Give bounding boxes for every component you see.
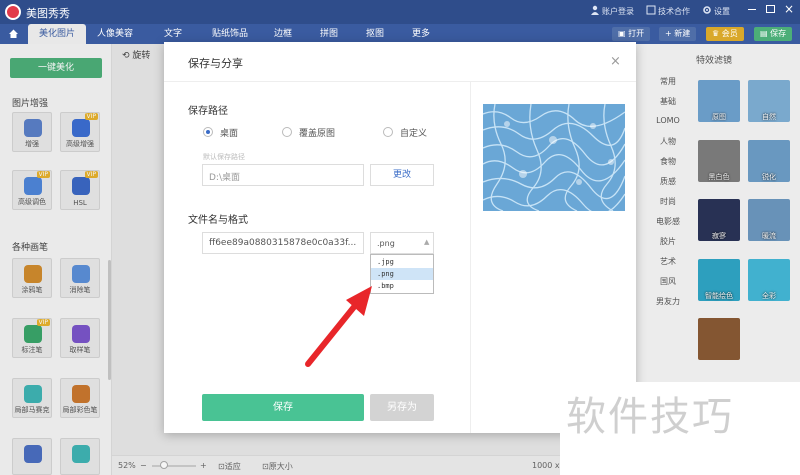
tech-icon[interactable] <box>646 5 656 15</box>
save-as-button[interactable]: 另存为 <box>370 394 434 421</box>
tab-text[interactable]: 文字 <box>152 24 194 44</box>
plus-icon: + <box>665 29 675 38</box>
radio-custom-label[interactable]: 自定义 <box>400 126 427 139</box>
home-icon[interactable] <box>8 28 19 39</box>
open-icon: ▣ <box>618 29 629 38</box>
open-button[interactable]: ▣ 打开 <box>612 27 651 41</box>
chevron-up-icon[interactable]: ▲ <box>424 238 429 246</box>
radio-overwrite[interactable] <box>282 127 292 137</box>
tab-more[interactable]: 更多 <box>400 24 442 44</box>
change-path-button[interactable]: 更改 <box>370 164 434 186</box>
dialog-close-icon[interactable]: × <box>610 54 621 69</box>
gear-icon[interactable] <box>702 5 712 15</box>
dialog-divider <box>470 82 471 433</box>
save-path-label: 保存路径 <box>188 106 228 117</box>
save-button[interactable]: 保存 <box>202 394 364 421</box>
image-preview <box>483 104 625 211</box>
tab-stickers[interactable]: 贴纸饰品 <box>200 24 260 44</box>
filename-field[interactable]: ff6ee89a0880315878e0c0a33f... <box>202 232 364 254</box>
water-preview-image <box>483 104 625 211</box>
filename-format-label: 文件名与格式 <box>188 215 248 226</box>
app-name: 美图秀秀 <box>26 7 70 20</box>
save-toolbar-button[interactable]: ▤ 保存 <box>754 27 793 41</box>
format-option-jpg[interactable]: .jpg <box>371 256 433 268</box>
red-arrow-annotation <box>305 286 372 367</box>
restore-icon[interactable] <box>766 5 775 13</box>
watermark-text: 软件技巧 <box>566 394 734 440</box>
save-icon: ▤ <box>760 29 771 38</box>
default-path-label: 默认保存路径 <box>203 153 245 161</box>
dialog-title: 保存与分享 <box>188 57 243 70</box>
tab-cutout[interactable]: 抠图 <box>354 24 396 44</box>
save-path-field[interactable]: D:\桌面 <box>202 164 364 186</box>
close-window-icon[interactable]: × <box>784 2 794 16</box>
user-icon[interactable] <box>590 5 600 15</box>
crown-icon: ♛ <box>712 29 722 38</box>
app-logo-icon <box>5 4 21 20</box>
tech-cooperation-link[interactable]: 技术合作 <box>658 6 690 17</box>
account-login-link[interactable]: 账户登录 <box>602 6 634 17</box>
tab-portrait[interactable]: 人像美容 <box>90 24 140 44</box>
tab-frame[interactable]: 边框 <box>262 24 304 44</box>
tab-beautify[interactable]: 美化图片 <box>28 24 86 44</box>
radio-desktop[interactable] <box>203 127 213 137</box>
format-option-png[interactable]: .png <box>371 268 433 280</box>
settings-link[interactable]: 设置 <box>714 6 730 17</box>
tab-collage[interactable]: 拼图 <box>308 24 350 44</box>
radio-overwrite-label[interactable]: 覆盖原图 <box>299 126 335 139</box>
radio-desktop-label[interactable]: 桌面 <box>220 126 238 139</box>
vip-button[interactable]: ♛ 会员 <box>706 27 744 41</box>
new-button[interactable]: + 新建 <box>659 27 697 41</box>
minimize-icon[interactable] <box>748 9 756 10</box>
radio-custom[interactable] <box>383 127 393 137</box>
